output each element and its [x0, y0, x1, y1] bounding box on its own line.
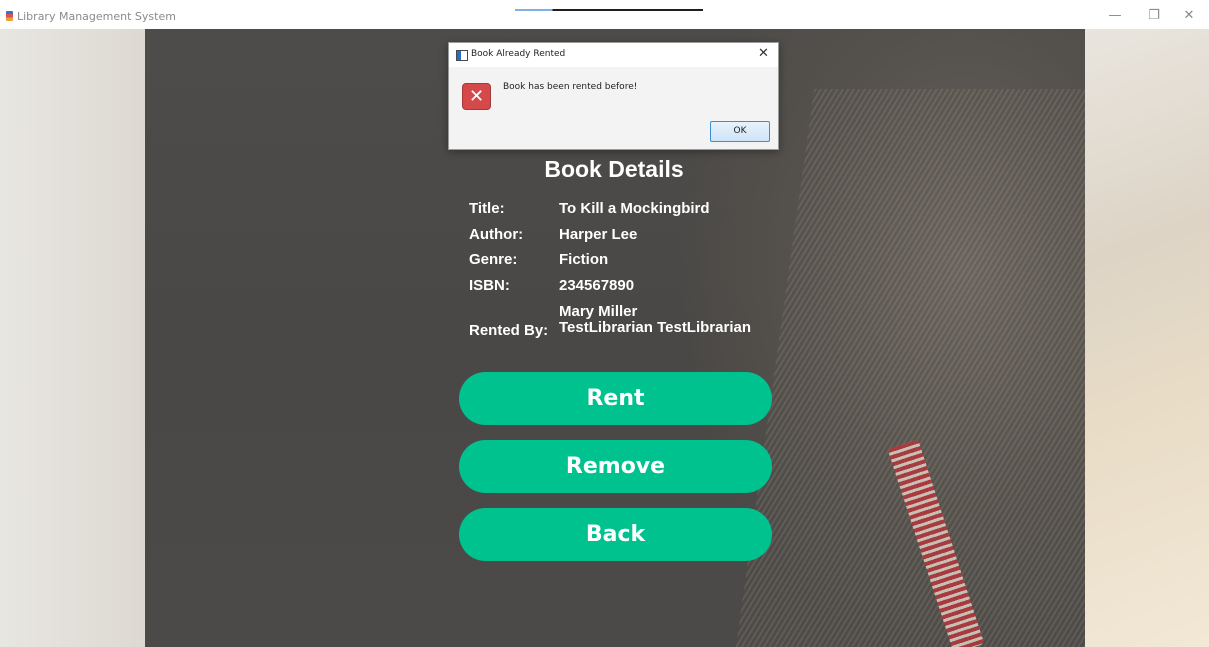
title-value: To Kill a Mockingbird [559, 200, 710, 217]
book-details-heading: Book Details [544, 156, 684, 182]
ok-button[interactable]: OK [710, 121, 770, 142]
rented-by-value-line2: TestLibrarian TestLibrarian [559, 319, 751, 336]
remove-button[interactable]: Remove [459, 440, 772, 493]
book-already-rented-dialog: Book Already Rented ✕ ✕ Book has been re… [448, 42, 779, 150]
title-label: Title: [469, 200, 505, 217]
dialog-close-icon[interactable]: ✕ [758, 46, 769, 61]
app-books-icon [6, 11, 13, 21]
rented-by-value-line1: Mary Miller [559, 303, 638, 320]
dialog-message: Book has been rented before! [503, 82, 638, 92]
dialog-header: Book Already Rented ✕ [449, 43, 778, 67]
author-value: Harper Lee [559, 226, 638, 243]
genre-label: Genre: [469, 251, 518, 268]
background-right-strip [1085, 29, 1209, 647]
author-label: Author: [469, 226, 524, 243]
maximize-icon[interactable]: ❐ [1139, 7, 1169, 25]
rent-button[interactable]: Rent [459, 372, 772, 425]
rented-by-label: Rented By: [469, 322, 549, 339]
window-titlebar: Library Management System — ❐ ✕ [0, 0, 1209, 29]
back-button[interactable]: Back [459, 508, 772, 561]
close-icon[interactable]: ✕ [1174, 7, 1204, 25]
genre-value: Fiction [559, 251, 609, 268]
dialog-window-icon [456, 50, 468, 61]
isbn-label: ISBN: [469, 277, 510, 294]
error-icon: ✕ [462, 83, 491, 110]
dialog-title: Book Already Rented [471, 49, 566, 59]
titlebar-accent [515, 9, 703, 11]
isbn-value: 234567890 [559, 277, 635, 294]
window-title: Library Management System [17, 10, 176, 23]
minimize-icon[interactable]: — [1100, 7, 1130, 25]
